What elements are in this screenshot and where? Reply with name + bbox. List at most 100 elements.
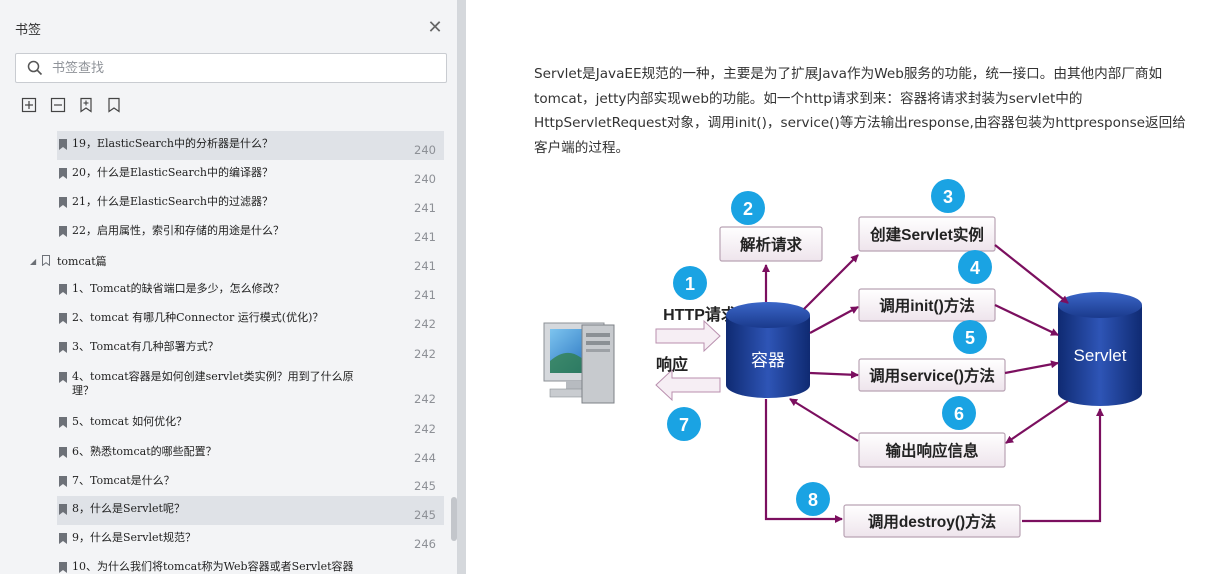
parse-request-label: 解析请求: [740, 235, 803, 254]
bookmark-label: 3、Tomcat有几种部署方式？: [72, 340, 219, 353]
step-3: 3: [943, 187, 953, 207]
bookmark-search-box[interactable]: [15, 53, 447, 83]
panel-splitter[interactable]: [458, 0, 466, 574]
bookmark-page: 241: [414, 201, 436, 215]
pdf-reader-window: 书签 ✕ 书签查找 19，ElasticSearch中的分析器是什么？ 240 …: [0, 0, 1227, 574]
bookmark-item[interactable]: 7、Tomcat是什么？ 245: [57, 468, 444, 496]
bookmark-item[interactable]: 3、Tomcat有几种部署方式？ 242: [57, 334, 444, 364]
bookmark-label: 4、tomcat容器是如何创建servlet类实例？用到了什么原理？: [72, 370, 354, 397]
output-response-box: 输出响应信息: [858, 432, 1006, 468]
collapse-all-icon[interactable]: [50, 97, 66, 113]
bookmark-page: 245: [414, 508, 436, 522]
close-icon[interactable]: ✕: [424, 17, 446, 39]
output-response-label: 输出响应信息: [885, 441, 979, 460]
bookmark-icon: [59, 533, 67, 544]
add-bookmark-icon[interactable]: [78, 97, 94, 113]
bookmark-label: 5、tomcat 如何优化？: [72, 415, 188, 428]
bookmark-page: 242: [414, 347, 436, 361]
step-6: 6: [954, 404, 964, 424]
bookmark-label: 7、Tomcat是什么？: [72, 474, 175, 487]
step-8: 8: [808, 490, 818, 510]
bookmark-label: 20，什么是ElasticSearch中的编译器？: [72, 166, 273, 179]
servlet-lifecycle-diagram: HTTP请求 响应 容器 Servlet 解析请求 创建Servlet实例 调用…: [543, 179, 1142, 538]
bookmark-label: 1、Tomcat的缺省端口是多少，怎么修改？: [72, 282, 285, 295]
bookmark-icon: [59, 197, 67, 208]
bookmark-page: 241: [414, 230, 436, 244]
parse-request-box: 解析请求: [719, 226, 823, 262]
bookmark-item[interactable]: 10、为什么我们将tomcat称为Web容器或者Servlet容器: [57, 554, 444, 574]
create-instance-label: 创建Servlet实例: [869, 225, 984, 244]
container-label: 容器: [751, 351, 785, 370]
request-arrow: [655, 319, 721, 353]
bookmark-search-input[interactable]: [52, 58, 432, 78]
bookmark-icon: [59, 226, 67, 237]
call-destroy-box: 调用destroy()方法: [843, 504, 1021, 538]
client-computer-icon: [543, 322, 615, 404]
bookmark-item[interactable]: 6、熟悉tomcat的哪些配置？ 244: [57, 439, 444, 468]
bookmark-group-label: tomcat篇: [57, 255, 107, 268]
bookmark-page: 244: [414, 451, 436, 465]
bookmark-page: 241: [414, 288, 436, 302]
bookmark-scrollbar-thumb[interactable]: [451, 497, 457, 541]
call-destroy-label: 调用destroy()方法: [868, 512, 996, 531]
bookmark-icon: [59, 504, 67, 515]
bookmark-item[interactable]: 4、tomcat容器是如何创建servlet类实例？用到了什么原理？ 242: [57, 364, 444, 409]
create-instance-box: 创建Servlet实例: [858, 216, 996, 252]
bookmark-icon: [59, 342, 67, 353]
bookmark-icon[interactable]: [106, 97, 122, 113]
bookmark-icon: [59, 447, 67, 458]
bookmark-page: 245: [414, 479, 436, 493]
bookmark-item[interactable]: 1、Tomcat的缺省端口是多少，怎么修改？ 241: [57, 276, 444, 305]
expand-all-icon[interactable]: [21, 97, 37, 113]
bookmark-page: 240: [414, 172, 436, 186]
bookmark-item[interactable]: 2、tomcat 有哪几种Connector 运行模式(优化)？ 242: [57, 305, 444, 334]
servlet-paragraph: Servlet是JavaEE规范的一种，主要是为了扩展Java作为Web服务的功…: [534, 66, 1186, 156]
bookmark-page: 242: [414, 317, 436, 331]
bookmark-item[interactable]: 22，启用属性，索引和存储的用途是什么？ 241: [57, 218, 444, 247]
bookmark-label: 22，启用属性，索引和存储的用途是什么？: [72, 224, 284, 237]
call-init-label: 调用init()方法: [879, 296, 975, 315]
bookmark-label: 2、tomcat 有哪几种Connector 运行模式(优化)？: [72, 311, 324, 324]
bookmark-item[interactable]: 8，什么是Servlet呢？ 245: [57, 496, 444, 525]
bookmark-icon: [59, 313, 67, 324]
bookmark-label: 9，什么是Servlet规范？: [72, 531, 196, 544]
bookmark-icon: [59, 139, 67, 150]
bookmark-icon: [59, 476, 67, 487]
bookmark-item[interactable]: 21，什么是ElasticSearch中的过滤器？ 241: [57, 189, 444, 218]
step-2: 2: [743, 199, 753, 219]
bookmark-label: 19，ElasticSearch中的分析器是什么？: [72, 137, 273, 150]
response-label: 响应: [656, 355, 688, 374]
bookmark-label: 21，什么是ElasticSearch中的过滤器？: [72, 195, 273, 208]
response-arrow: [655, 368, 721, 402]
servlet-cylinder: Servlet: [1058, 292, 1142, 406]
call-init-box: 调用init()方法: [858, 288, 996, 322]
servlet-label: Servlet: [1074, 346, 1127, 365]
bookmark-icon: [59, 417, 67, 428]
bookmark-page: 241: [414, 259, 436, 273]
bookmark-page: 242: [414, 392, 436, 406]
bookmark-icon: [42, 255, 50, 266]
bookmark-group-tomcat[interactable]: ◢ tomcat篇 241: [30, 247, 444, 276]
bookmark-label: 8，什么是Servlet呢？: [72, 502, 185, 515]
bookmark-page: 240: [414, 143, 436, 157]
collapse-triangle-icon[interactable]: ◢: [30, 257, 36, 266]
call-service-label: 调用service()方法: [869, 366, 995, 385]
bookmark-icon: [59, 168, 67, 179]
document-page: Servlet是JavaEE规范的一种，主要是为了扩展Java作为Web服务的功…: [466, 0, 1227, 574]
step-4: 4: [970, 258, 980, 278]
bookmark-icon: [59, 372, 67, 383]
bookmark-page: 246: [414, 537, 436, 551]
search-icon: [27, 60, 43, 76]
bookmark-item[interactable]: 9，什么是Servlet规范？ 246: [57, 525, 444, 554]
bookmark-item[interactable]: 20，什么是ElasticSearch中的编译器？ 240: [57, 160, 444, 189]
step-7: 7: [679, 415, 689, 435]
container-cylinder: 容器: [726, 302, 810, 398]
bookmark-item[interactable]: 19，ElasticSearch中的分析器是什么？ 240: [57, 131, 444, 160]
bookmark-icon: [59, 284, 67, 295]
step-1: 1: [685, 274, 695, 294]
step-5: 5: [965, 328, 975, 348]
bookmark-item[interactable]: 5、tomcat 如何优化？ 242: [57, 409, 444, 439]
bookmark-label: 6、熟悉tomcat的哪些配置？: [72, 445, 217, 458]
bookmarks-panel: 书签 ✕ 书签查找 19，ElasticSearch中的分析器是什么？ 240 …: [0, 0, 458, 574]
call-service-box: 调用service()方法: [858, 358, 1006, 392]
